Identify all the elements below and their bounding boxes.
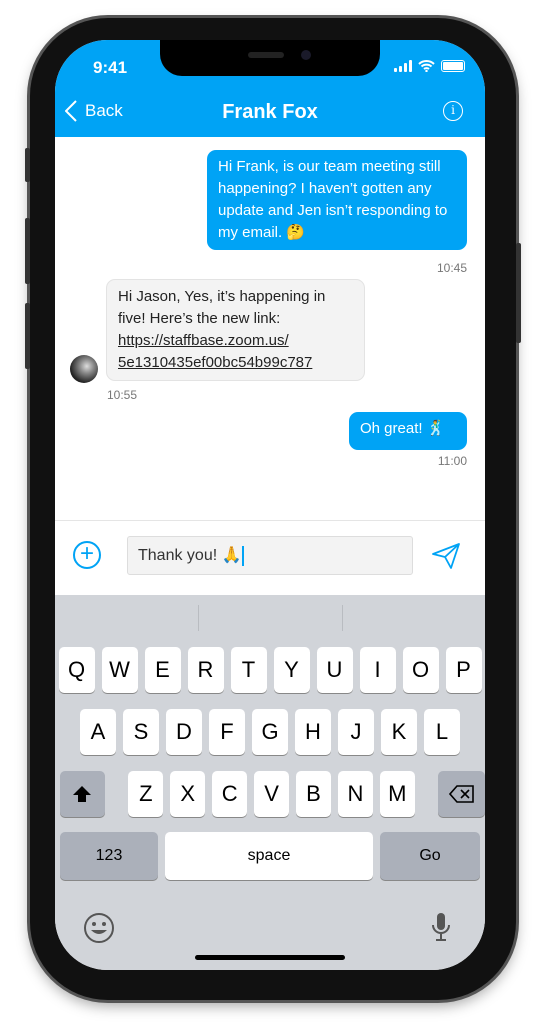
shift-key[interactable] bbox=[60, 771, 105, 817]
key-r[interactable]: R bbox=[187, 647, 224, 693]
message-input-value: Thank you! 🙏 bbox=[138, 547, 242, 564]
key-z[interactable]: Z bbox=[128, 771, 164, 817]
key-p[interactable]: P bbox=[445, 647, 482, 693]
key-n[interactable]: N bbox=[337, 771, 373, 817]
wifi-icon bbox=[418, 60, 435, 72]
key-j[interactable]: J bbox=[338, 709, 374, 755]
key-s[interactable]: S bbox=[123, 709, 159, 755]
key-h[interactable]: H bbox=[295, 709, 331, 755]
key-a[interactable]: A bbox=[80, 709, 116, 755]
shift-icon bbox=[73, 786, 92, 802]
meeting-link[interactable]: https://staffbase.zoom.us/ 5e1310435ef00… bbox=[118, 332, 312, 371]
info-icon[interactable]: i bbox=[443, 101, 463, 121]
signal-icon bbox=[394, 60, 412, 72]
microphone-icon[interactable] bbox=[431, 911, 451, 943]
message-bubble-outgoing: Oh great! 🕺 bbox=[349, 412, 467, 450]
key-l[interactable]: L bbox=[424, 709, 460, 755]
key-y[interactable]: Y bbox=[273, 647, 310, 693]
text-caret bbox=[241, 545, 244, 566]
message-bubble-outgoing: Hi Frank, is our team meeting still happ… bbox=[207, 150, 467, 250]
emoji-icon[interactable] bbox=[83, 912, 115, 944]
key-b[interactable]: B bbox=[296, 771, 331, 817]
message-bubble-incoming: Hi Jason, Yes, it’s happening in five! H… bbox=[106, 279, 365, 381]
numbers-key[interactable]: 123 bbox=[60, 832, 158, 880]
key-u[interactable]: U bbox=[316, 647, 353, 693]
add-attachment-icon[interactable]: + bbox=[73, 541, 101, 569]
notch bbox=[160, 40, 380, 76]
key-x[interactable]: X bbox=[170, 771, 206, 817]
home-indicator bbox=[195, 955, 345, 960]
key-o[interactable]: O bbox=[402, 647, 439, 693]
status-icons bbox=[394, 60, 465, 72]
message-time: 10:45 bbox=[436, 261, 467, 275]
key-t[interactable]: T bbox=[230, 647, 267, 693]
key-e[interactable]: E bbox=[144, 647, 181, 693]
suggestion-divider bbox=[342, 605, 343, 631]
avatar bbox=[70, 355, 98, 383]
key-i[interactable]: I bbox=[359, 647, 396, 693]
key-d[interactable]: D bbox=[166, 709, 202, 755]
suggestion-divider bbox=[198, 605, 199, 631]
message-time: 10:55 bbox=[107, 388, 138, 402]
divider bbox=[55, 520, 485, 521]
battery-icon bbox=[441, 60, 465, 72]
backspace-key[interactable] bbox=[438, 771, 485, 817]
message-text: Hi Jason, Yes, it’s happening in five! H… bbox=[118, 288, 326, 327]
go-key[interactable]: Go bbox=[380, 832, 480, 880]
backspace-icon bbox=[448, 785, 474, 803]
message-time: 11:00 bbox=[437, 454, 467, 468]
key-k[interactable]: K bbox=[381, 709, 417, 755]
key-w[interactable]: W bbox=[101, 647, 138, 693]
key-m[interactable]: M bbox=[379, 771, 415, 817]
message-input[interactable]: Thank you! 🙏 bbox=[127, 536, 413, 575]
key-c[interactable]: C bbox=[212, 771, 248, 817]
key-v[interactable]: V bbox=[254, 771, 290, 817]
key-f[interactable]: F bbox=[209, 709, 245, 755]
status-time: 9:41 bbox=[93, 58, 128, 77]
send-icon[interactable] bbox=[432, 543, 460, 569]
screen: 9:41 Back Frank Fox i Hi Frank, is our t… bbox=[55, 40, 485, 970]
space-key[interactable]: space bbox=[165, 832, 373, 880]
page-title: Frank Fox bbox=[222, 101, 318, 123]
key-g[interactable]: G bbox=[252, 709, 288, 755]
key-q[interactable]: Q bbox=[58, 647, 95, 693]
keyboard: QWERTYUIOP ASDFGHJKL ZXCVBNM 123 space G… bbox=[55, 595, 485, 970]
